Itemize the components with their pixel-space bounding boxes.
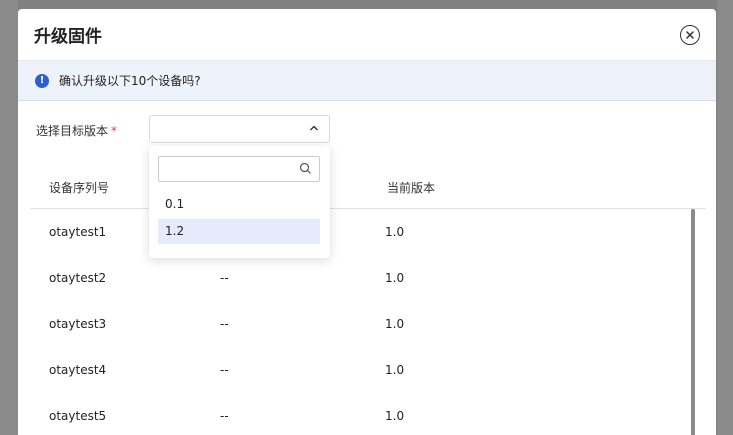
target-version-cell: -- [220,317,229,331]
modal-title: 升级固件 [34,27,102,47]
serial-cell: otaytest2 [49,271,107,285]
target-version-label: 选择目标版本 * [36,124,118,138]
version-cell: 1.0 [385,225,405,239]
backdrop-left-edge [0,0,18,435]
target-version-row: 选择目标版本 * [18,113,716,143]
target-version-select[interactable] [149,115,330,143]
backdrop-right-edge [717,0,733,435]
target-version-cell: -- [220,363,229,377]
version-cell: 1.0 [385,271,405,285]
version-cell: 1.0 [385,363,405,377]
table-row: otaytest5 -- 1.0 [30,393,706,435]
dropdown-search-input[interactable] [158,156,320,182]
target-version-cell: -- [220,271,229,285]
serial-cell: otaytest3 [49,317,107,331]
table-header: 设备序列号 当前版本 [30,169,706,209]
version-cell: 1.0 [385,317,405,331]
table-row: otaytest4 -- 1.0 [30,347,706,393]
table-row: otaytest2 -- 1.0 [30,255,706,301]
search-icon [299,162,311,174]
close-icon[interactable] [680,25,700,45]
device-table-body: otaytest1 1.0 otaytest2 -- 1.0 otaytest3… [30,209,706,435]
table-scrollbar[interactable] [691,209,695,435]
upgrade-firmware-modal: 升级固件 ! 确认升级以下10个设备吗? 选择目标版本 * 设备序列号 当前版本 … [18,9,716,435]
dropdown-option-highlighted[interactable]: 1.2 [158,219,320,244]
modal-header: 升级固件 [18,9,716,61]
version-dropdown: 0.1 1.2 [149,146,330,258]
serial-cell: otaytest5 [49,409,107,423]
table-row: otaytest3 -- 1.0 [30,301,706,347]
dropdown-option[interactable]: 0.1 [158,192,320,217]
target-version-cell: -- [220,409,229,423]
column-header-current-version: 当前版本 [387,181,436,195]
required-mark: * [111,124,118,138]
table-row: otaytest1 1.0 [30,209,706,255]
version-cell: 1.0 [385,409,405,423]
info-icon: ! [35,73,49,88]
alert-text: 确认升级以下10个设备吗? [59,74,201,88]
column-header-serial: 设备序列号 [49,181,110,195]
serial-cell: otaytest4 [49,363,107,377]
serial-cell: otaytest1 [49,225,107,239]
chevron-up-icon [309,124,319,135]
confirm-alert: ! 确认升级以下10个设备吗? [18,61,716,101]
